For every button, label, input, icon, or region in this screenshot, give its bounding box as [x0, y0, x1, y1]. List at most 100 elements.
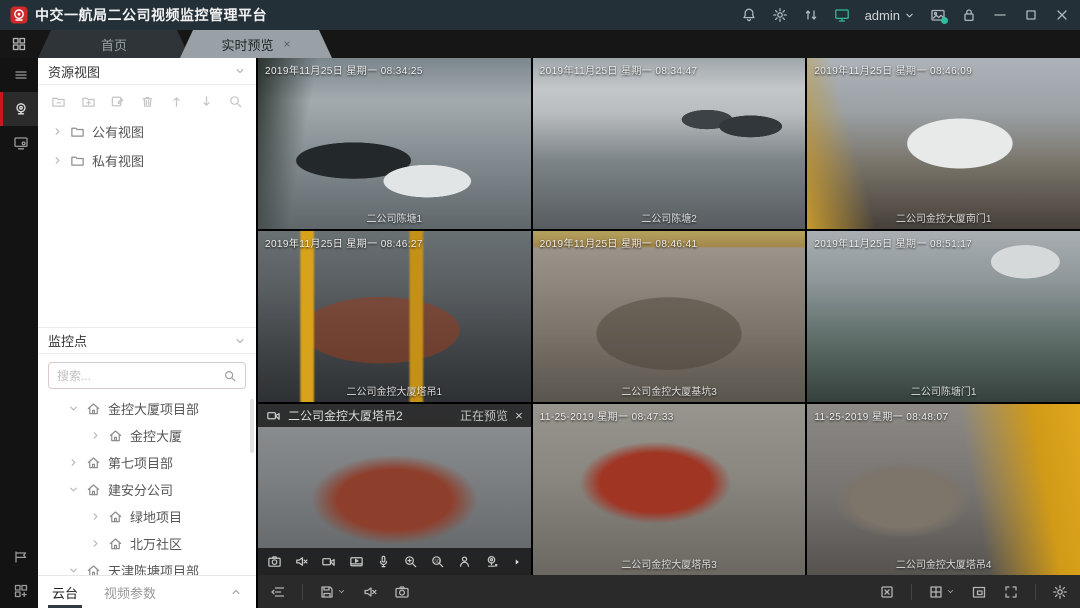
monitor-points-header[interactable]: 监控点 — [38, 327, 256, 354]
save-view-button[interactable] — [319, 584, 346, 600]
tree-scrollbar[interactable] — [250, 399, 254, 453]
grid-layout-button[interactable] — [928, 584, 955, 600]
mute-all-icon[interactable] — [362, 584, 378, 600]
tree-item-private-views[interactable]: 私有视图 — [38, 146, 256, 175]
tile-timestamp: 2019年11月25日 星期一 08:46:09 — [814, 62, 972, 77]
chevron-right-icon[interactable] — [52, 126, 63, 137]
tree-item-site[interactable]: 天津陈塘项目部 — [38, 557, 256, 575]
microphone-icon[interactable] — [376, 554, 391, 569]
folder-icon — [70, 124, 85, 139]
move-up-icon[interactable] — [169, 94, 184, 109]
fullscreen-icon[interactable] — [1003, 584, 1019, 600]
chevron-right-icon[interactable] — [52, 155, 63, 166]
rail-menu-icon[interactable] — [0, 58, 38, 92]
close-all-icon[interactable] — [879, 584, 895, 600]
close-tab-icon[interactable]: × — [284, 37, 291, 51]
video-tile-5[interactable]: 2019年11月25日 星期一 08:46:41 二公司金控大厦基坑3 — [533, 231, 806, 402]
screenshot-icon[interactable] — [930, 7, 946, 23]
tile-timestamp: 2019年11月25日 星期一 08:34:25 — [265, 62, 423, 77]
add-view-folder-icon[interactable] — [81, 94, 96, 109]
home-icon — [108, 428, 123, 443]
home-icon — [108, 536, 123, 551]
record-icon[interactable] — [321, 554, 336, 569]
tree-item-site[interactable]: 建安分公司 — [38, 476, 256, 503]
chevron-right-icon[interactable] — [90, 511, 101, 522]
tree-item-public-views[interactable]: 公有视图 — [38, 117, 256, 146]
chevron-down-icon[interactable] — [68, 403, 79, 414]
rail-wall-layout-icon[interactable] — [0, 574, 38, 608]
collapse-chevron-icon[interactable] — [234, 65, 246, 77]
sort-arrows-icon[interactable] — [803, 7, 819, 23]
tree-item-site[interactable]: 金控大厦 — [38, 422, 256, 449]
zoom-3d-icon[interactable] — [430, 554, 445, 569]
chevron-right-icon[interactable] — [90, 538, 101, 549]
tile-camera-title: 二公司金控大厦塔吊2 — [288, 407, 403, 424]
close-button[interactable] — [1054, 7, 1070, 23]
chevron-up-icon[interactable] — [230, 586, 242, 598]
tree-item-site[interactable]: 第七项目部 — [38, 449, 256, 476]
resource-view-header[interactable]: 资源视图 — [38, 58, 256, 85]
collapse-chevron-icon[interactable] — [234, 335, 246, 347]
tree-item-site[interactable]: 绿地项目 — [38, 503, 256, 530]
video-tile-1[interactable]: 2019年11月25日 星期一 08:34:25 二公司陈塘1 — [258, 58, 531, 229]
tab-home[interactable]: 首页 — [38, 30, 190, 58]
chevron-down-icon[interactable] — [68, 565, 79, 575]
tab-ptz[interactable]: 云台 — [52, 576, 78, 608]
snapshot-icon[interactable] — [267, 554, 282, 569]
video-tile-6[interactable]: 2019年11月25日 星期一 08:51:17 二公司陈塘门1 — [807, 231, 1080, 402]
more-tools-icon[interactable] — [512, 557, 522, 567]
surveillance-app: 中交一航局二公司视频监控管理平台 admin 首页 实时预览 × — [0, 0, 1080, 608]
close-preview-icon[interactable]: × — [515, 408, 523, 423]
home-icon — [86, 563, 101, 575]
single-window-icon[interactable] — [971, 584, 987, 600]
snapshot-all-icon[interactable] — [394, 584, 410, 600]
chevron-right-icon[interactable] — [68, 457, 79, 468]
tile-timestamp: 2019年11月25日 星期一 08:46:27 — [265, 235, 423, 250]
minimize-button[interactable] — [992, 7, 1008, 23]
maximize-button[interactable] — [1023, 7, 1039, 23]
zoom-in-icon[interactable] — [403, 554, 418, 569]
video-tile-3[interactable]: 2019年11月25日 星期一 08:46:09 二公司金控大厦南门1 — [807, 58, 1080, 229]
video-tile-2[interactable]: 2019年11月25日 星期一 08:34:47 二公司陈塘2 — [533, 58, 806, 229]
tile-timestamp: 2019年11月25日 星期一 08:46:41 — [540, 235, 698, 250]
trash-icon[interactable] — [140, 94, 155, 109]
rail-live-camera-icon[interactable] — [0, 92, 38, 126]
search-icon[interactable] — [228, 94, 243, 109]
playback-icon[interactable] — [349, 554, 364, 569]
chevron-right-icon[interactable] — [90, 430, 101, 441]
tab-live-preview[interactable]: 实时预览 × — [180, 30, 332, 58]
tree-item-site[interactable]: 北万社区 — [38, 530, 256, 557]
tile-preview-toolbar — [258, 548, 531, 575]
tree-item-label: 建安分公司 — [108, 480, 173, 499]
mute-icon[interactable] — [294, 554, 309, 569]
chevron-down-icon[interactable] — [68, 484, 79, 495]
divider — [302, 584, 303, 600]
move-down-icon[interactable] — [199, 94, 214, 109]
video-tile-4[interactable]: 2019年11月25日 星期一 08:46:27 二公司金控大厦塔吊1 — [258, 231, 531, 402]
settings-gear-icon[interactable] — [1052, 584, 1068, 600]
locate-icon[interactable] — [457, 554, 472, 569]
notifications-bell-icon[interactable] — [741, 7, 757, 23]
camera-name-overlay: 二公司陈塘2 — [533, 210, 806, 225]
delete-view-folder-icon[interactable] — [51, 94, 66, 109]
ptz-control-icon[interactable] — [484, 554, 499, 569]
video-tile-8[interactable]: 11-25-2019 星期一 08:47:33 二公司金控大厦塔吊3 — [533, 404, 806, 575]
rail-playback-icon[interactable] — [0, 126, 38, 160]
online-monitor-icon[interactable] — [834, 7, 850, 23]
edit-view-icon[interactable] — [110, 94, 125, 109]
settings-gear-icon[interactable] — [772, 7, 788, 23]
folder-icon — [70, 153, 85, 168]
search-input[interactable] — [57, 369, 223, 383]
tree-item-site[interactable]: 金控大厦项目部 — [38, 395, 256, 422]
video-tile-7-selected[interactable]: 二公司金控大厦塔吊2 正在预览 × — [258, 404, 531, 575]
apps-grid-icon[interactable] — [0, 30, 38, 58]
collapse-panel-icon[interactable] — [270, 584, 286, 600]
video-tile-9[interactable]: 11-25-2019 星期一 08:48:07 二公司金控大厦塔吊4 — [807, 404, 1080, 575]
search-icon[interactable] — [223, 369, 237, 383]
tab-video-params[interactable]: 视频参数 — [104, 576, 156, 608]
rail-broadcast-icon[interactable] — [0, 540, 38, 574]
chevron-down-icon — [946, 587, 955, 596]
user-menu[interactable]: admin — [865, 8, 915, 23]
lock-icon[interactable] — [961, 7, 977, 23]
video-main-area: 2019年11月25日 星期一 08:34:25 二公司陈塘1 2019年11月… — [258, 58, 1080, 608]
